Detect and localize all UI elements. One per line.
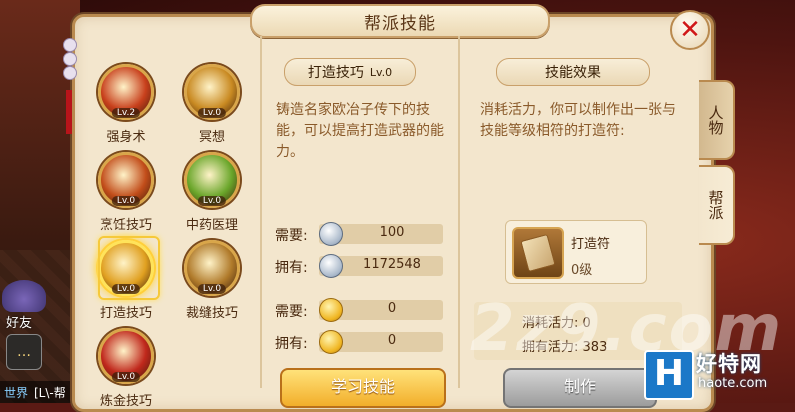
item-name: 打造符 <box>571 237 611 252</box>
skill-level-badge: Lv.0 <box>197 284 227 294</box>
column-divider <box>458 36 460 388</box>
skill-name: 强身术 <box>106 130 146 145</box>
gold-coin-icon <box>319 298 343 322</box>
skill-level-badge: Lv.0 <box>111 372 141 382</box>
skill-description: 铸造名家欧冶子传下的技能，可以提高打造武器的能力。 <box>276 102 444 160</box>
herbal-medicine-icon: Lv.0 <box>184 152 240 208</box>
close-icon: ✕ <box>679 15 701 45</box>
silver-need-row: 需要: 100 <box>275 222 445 246</box>
effect-title-plate: 技能效果 <box>496 58 650 86</box>
character-avatar[interactable] <box>2 280 46 312</box>
skill-title-plate: 打造技巧 Lv.0 <box>284 58 416 86</box>
skill-item[interactable]: Lv.2 强身术 <box>96 64 156 145</box>
item-level: 0级 <box>571 263 593 278</box>
gold-need-row: 需要: 0 <box>275 298 445 322</box>
close-button[interactable]: ✕ <box>670 10 710 50</box>
logo-cn: 好特网 <box>696 352 762 376</box>
panel-title-plate: 帮派技能 <box>250 4 550 38</box>
learn-skill-button[interactable]: 学习技能 <box>280 368 446 408</box>
have-label: 拥有: <box>275 260 308 276</box>
skill-name: 中药医理 <box>185 218 238 233</box>
skill-item[interactable]: Lv.0 裁缝技巧 <box>182 240 242 321</box>
selected-skill-highlight <box>98 236 160 300</box>
tab-character[interactable]: 人物 <box>699 80 735 160</box>
chat-text: [L\-帮 <box>34 386 66 400</box>
silver-have-row: 拥有: 1172548 <box>275 254 445 278</box>
charm-ornament <box>60 38 78 138</box>
site-logo: H 好特网 haote.com <box>644 346 794 403</box>
effect-title: 技能效果 <box>545 65 601 81</box>
silver-need-value: 100 <box>379 225 405 240</box>
panel-title: 帮派技能 <box>364 13 436 34</box>
effect-description: 消耗活力，你可以制作出一张与技能等级相符的打造符: <box>480 102 676 139</box>
skill-name: 炼金技巧 <box>99 394 152 409</box>
chat-bubble-icon[interactable]: … <box>6 334 42 370</box>
silver-coin-icon <box>319 222 343 246</box>
column-divider <box>260 36 262 388</box>
logo-en: haote.com <box>698 376 768 391</box>
skill-name: 裁缝技巧 <box>185 306 238 321</box>
make-button[interactable]: 制作 <box>503 368 657 408</box>
cooking-icon: Lv.0 <box>98 152 154 208</box>
skill-title: 打造技巧 <box>307 65 364 81</box>
skill-name: 打造技巧 <box>99 306 152 321</box>
skill-level: Lv.0 <box>369 65 393 79</box>
skill-level-badge: Lv.2 <box>111 108 141 118</box>
body-strengthening-icon: Lv.2 <box>98 64 154 120</box>
have-label: 拥有: <box>275 336 308 352</box>
gold-have-value: 0 <box>387 333 397 348</box>
silver-coin-icon <box>319 254 343 278</box>
skill-name: 烹饪技巧 <box>99 218 152 233</box>
gold-have-row: 拥有: 0 <box>275 330 445 354</box>
gold-coin-icon <box>319 330 343 354</box>
tab-guild[interactable]: 帮派 <box>699 165 735 245</box>
skill-item[interactable]: Lv.0 中药医理 <box>182 152 242 233</box>
skill-item[interactable]: Lv.0 炼金技巧 <box>96 328 156 409</box>
tailoring-icon: Lv.0 <box>184 240 240 296</box>
skill-item[interactable]: Lv.0 烹饪技巧 <box>96 152 156 233</box>
meditation-icon: Lv.0 <box>184 64 240 120</box>
skill-level-badge: Lv.0 <box>197 196 227 206</box>
gold-need-value: 0 <box>387 301 397 316</box>
talisman-scroll-icon <box>512 227 564 279</box>
friends-button[interactable]: 好友 <box>6 312 32 331</box>
need-label: 需要: <box>275 304 308 320</box>
need-label: 需要: <box>275 228 308 244</box>
alchemy-icon: Lv.0 <box>98 328 154 384</box>
silver-have-value: 1172548 <box>363 257 421 272</box>
chat-channel: 世界 <box>4 386 29 400</box>
skill-item[interactable]: Lv.0 冥想 <box>182 64 242 145</box>
logo-letter: H <box>644 350 694 400</box>
skill-name: 冥想 <box>198 130 225 145</box>
forging-talisman-card[interactable]: 打造符 0级 <box>505 220 647 284</box>
skill-level-badge: Lv.0 <box>111 196 141 206</box>
skill-level-badge: Lv.0 <box>197 108 227 118</box>
